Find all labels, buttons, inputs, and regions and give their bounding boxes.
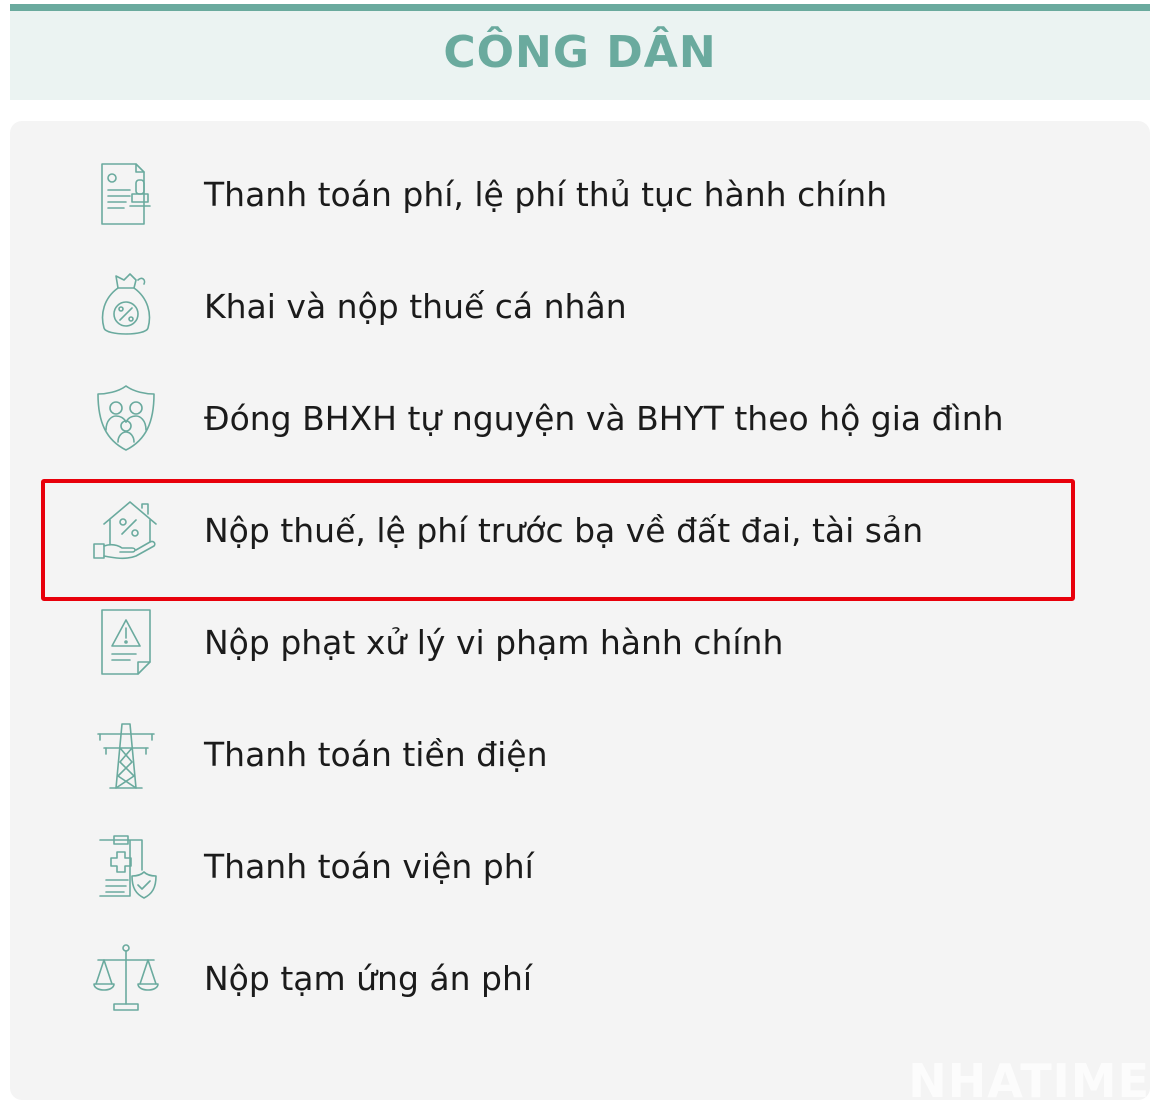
service-label: Nộp thuế, lệ phí trước bạ về đất đai, tà…	[204, 510, 924, 550]
service-label: Nộp phạt xử lý vi phạm hành chính	[204, 622, 784, 662]
service-label: Đóng BHXH tự nguyện và BHYT theo hộ gia …	[204, 398, 1004, 438]
section-header: CÔNG DÂN	[10, 4, 1150, 100]
section-title: CÔNG DÂN	[443, 27, 717, 78]
medical-clipboard-shield-icon	[86, 826, 166, 906]
service-item-land-registration-tax[interactable]: Nộp thuế, lệ phí trước bạ về đất đai, tà…	[86, 474, 1066, 586]
document-warning-icon	[86, 602, 166, 682]
service-item-administrative-fees[interactable]: Thanh toán phí, lệ phí thủ tục hành chín…	[86, 138, 1066, 250]
service-label: Thanh toán phí, lệ phí thủ tục hành chín…	[204, 174, 888, 214]
service-label: Thanh toán viện phí	[204, 846, 534, 886]
service-label: Nộp tạm ứng án phí	[204, 958, 533, 998]
document-stamp-icon	[86, 154, 166, 234]
service-item-social-insurance[interactable]: Đóng BHXH tự nguyện và BHYT theo hộ gia …	[86, 362, 1066, 474]
house-hand-percent-icon	[86, 490, 166, 570]
service-item-administrative-fines[interactable]: Nộp phạt xử lý vi phạm hành chính	[86, 586, 1066, 698]
family-shield-icon	[86, 378, 166, 458]
service-label: Khai và nộp thuế cá nhân	[204, 286, 627, 326]
service-label: Thanh toán tiền điện	[204, 734, 548, 774]
service-item-hospital-fees[interactable]: Thanh toán viện phí	[86, 810, 1066, 922]
scales-of-justice-icon	[86, 938, 166, 1018]
service-item-court-fee-advance[interactable]: Nộp tạm ứng án phí	[86, 922, 1066, 1034]
service-item-electricity-bill[interactable]: Thanh toán tiền điện	[86, 698, 1066, 810]
watermark: NHATIME	[908, 1054, 1150, 1108]
services-panel: Thanh toán phí, lệ phí thủ tục hành chín…	[10, 121, 1150, 1100]
money-bag-percent-icon	[86, 266, 166, 346]
power-tower-icon	[86, 714, 166, 794]
service-item-personal-tax[interactable]: Khai và nộp thuế cá nhân	[86, 250, 1066, 362]
